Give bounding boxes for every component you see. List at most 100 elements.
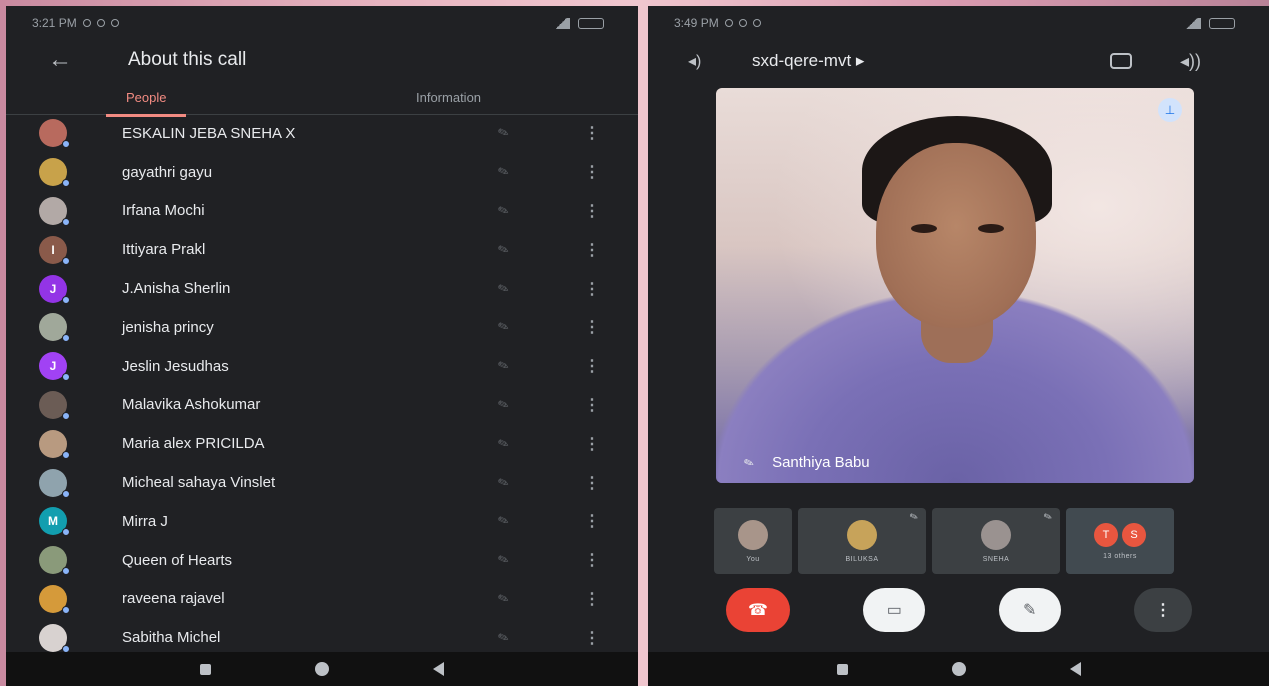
participant-row[interactable]: Irfana Mochi ✎ ⋮ [6, 192, 638, 231]
tab-information[interactable]: Information [416, 90, 481, 105]
avatar [738, 519, 768, 550]
mic-off-icon: ✎ [907, 510, 920, 525]
participant-name: jenisha princy [122, 318, 214, 336]
tile-participant[interactable]: ✎ BILUKSA [798, 508, 926, 574]
participant-row[interactable]: J J.Anisha Sherlin ✎ ⋮ [6, 269, 638, 308]
more-vert-icon[interactable]: ⋮ [584, 550, 600, 570]
status-dot [62, 334, 70, 343]
back-icon[interactable] [1069, 662, 1081, 676]
mic-off-icon: ✎ [495, 473, 511, 492]
tab-people[interactable]: People [105, 90, 188, 117]
participant-row[interactable]: Malavika Ashokumar ✎ ⋮ [6, 386, 638, 425]
participant-row[interactable]: ESKALIN JEBA SNEHA X ✎ ⋮ [6, 114, 638, 153]
participant-name: Micheal sahaya Vinslet [122, 474, 276, 492]
phone-hangup-icon: ☎ [748, 602, 768, 619]
participant-tiles: You ✎ BILUKSA ✎ SNEHA T S 13 others [714, 508, 1174, 574]
app-bar: ← About this call [6, 40, 638, 80]
mic-off-icon: ✎ [495, 317, 511, 336]
page-title: About this call [128, 49, 247, 70]
participant-row[interactable]: raveena rajavel ✎ ⋮ [6, 580, 638, 619]
switch-camera-icon[interactable] [1110, 53, 1132, 69]
participant-name: Sabitha Michel [122, 629, 221, 647]
avatar-initial: M [48, 514, 58, 529]
main-video[interactable]: ⊥ ✎ Santhiya Babu [716, 88, 1194, 483]
more-vert-icon[interactable]: ⋮ [584, 317, 600, 337]
notification-icon [110, 19, 119, 27]
recents-icon[interactable] [836, 663, 848, 675]
more-vert-icon[interactable]: ⋮ [584, 356, 600, 376]
participant-name: Mirra J [122, 512, 168, 530]
mic-off-icon: ✎ [495, 240, 511, 259]
tile-you[interactable]: You [714, 508, 792, 574]
tile-participant[interactable]: ✎ SNEHA [932, 508, 1060, 574]
mic-off-icon: ✎ [1041, 510, 1054, 525]
participant-list: ESKALIN JEBA SNEHA X ✎ ⋮ gayathri gayu ✎ ⋮ Irf… [6, 114, 638, 657]
avatar [981, 519, 1011, 550]
camera-off-icon: ▭ [886, 602, 902, 619]
tile-label: 13 others [1103, 552, 1137, 560]
more-vert-icon[interactable]: ⋮ [584, 473, 600, 493]
system-nav-bar [6, 652, 638, 686]
signal-icon [1183, 17, 1201, 29]
participant-name: Malavika Ashokumar [122, 396, 261, 414]
signal-icon [552, 17, 570, 29]
home-icon[interactable] [315, 662, 329, 676]
mic-off-icon: ✎ [495, 162, 511, 181]
system-nav-bar [648, 652, 1269, 686]
avatar [39, 119, 70, 149]
meeting-code[interactable]: sxd-qere-mvt ▸ [752, 51, 864, 71]
more-vert-icon: ⋮ [1154, 602, 1171, 619]
participant-name: raveena rajavel [122, 590, 225, 608]
camera-toggle-button[interactable]: ▭ [863, 588, 926, 632]
participant-row[interactable]: J Jeslin Jesudhas ✎ ⋮ [6, 347, 638, 386]
participant-row[interactable]: I Ittiyara Prakl ✎ ⋮ [6, 230, 638, 269]
participant-name: ESKALIN JEBA SNEHA X [122, 124, 296, 142]
more-vert-icon[interactable]: ⋮ [584, 395, 600, 415]
status-dot [62, 256, 70, 265]
home-icon[interactable] [951, 662, 966, 676]
others-avatar: S [1122, 522, 1146, 547]
call-controls: ☎ ▭ ✎ ⋮ [726, 588, 1192, 632]
recents-icon[interactable] [200, 663, 211, 675]
more-vert-icon[interactable]: ⋮ [584, 511, 600, 531]
speaker-icon[interactable]: ◂)) [1180, 51, 1201, 72]
participant-row[interactable]: jenisha princy ✎ ⋮ [6, 308, 638, 347]
back-icon[interactable] [433, 662, 444, 676]
audio-output-icon[interactable]: ◂) [688, 51, 701, 71]
more-vert-icon[interactable]: ⋮ [584, 201, 600, 221]
more-vert-icon[interactable]: ⋮ [584, 123, 600, 143]
more-vert-icon[interactable]: ⋮ [584, 279, 600, 299]
avatar [39, 546, 70, 576]
participant-name: Jeslin Jesudhas [122, 357, 229, 375]
status-time: 3:49 PM [674, 16, 719, 30]
tile-label: BILUKSA [845, 555, 879, 563]
end-call-button[interactable]: ☎ [726, 588, 790, 632]
tile-others[interactable]: T S 13 others [1066, 508, 1174, 574]
more-vert-icon[interactable]: ⋮ [584, 589, 600, 609]
mic-toggle-button[interactable]: ✎ [998, 588, 1061, 632]
back-arrow-icon[interactable]: ← [48, 46, 88, 74]
participant-row[interactable]: Maria alex PRICILDA ✎ ⋮ [6, 424, 638, 463]
more-options-button[interactable]: ⋮ [1133, 588, 1192, 632]
participant-name: J.Anisha Sherlin [122, 280, 231, 298]
participant-row[interactable]: Queen of Hearts ✎ ⋮ [6, 541, 638, 580]
call-top-bar: ◂) sxd-qere-mvt ▸ ◂)) [648, 40, 1269, 82]
participant-row[interactable]: gayathri gayu ✎ ⋮ [6, 153, 638, 192]
avatar [39, 390, 70, 420]
pin-icon[interactable]: ⊥ [1158, 98, 1182, 122]
participant-row[interactable]: M Mirra J ✎ ⋮ [6, 502, 638, 541]
about-call-screen: 3:21 PM ← About this call People Informa… [6, 6, 638, 686]
more-vert-icon[interactable]: ⋮ [584, 162, 600, 182]
avatar: J [39, 274, 70, 304]
more-vert-icon[interactable]: ⋮ [584, 240, 600, 260]
more-vert-icon[interactable]: ⋮ [584, 628, 600, 648]
participant-row[interactable]: Micheal sahaya Vinslet ✎ ⋮ [6, 463, 638, 502]
notification-icon [96, 19, 105, 27]
participant-name: Maria alex PRICILDA [122, 435, 265, 453]
participant-name: Irfana Mochi [122, 202, 205, 220]
mic-off-icon: ✎ [741, 454, 757, 471]
status-dot [62, 140, 70, 149]
more-vert-icon[interactable]: ⋮ [584, 434, 600, 454]
mic-off-icon: ✎ [495, 124, 511, 142]
mic-off-icon: ✎ [495, 550, 511, 569]
